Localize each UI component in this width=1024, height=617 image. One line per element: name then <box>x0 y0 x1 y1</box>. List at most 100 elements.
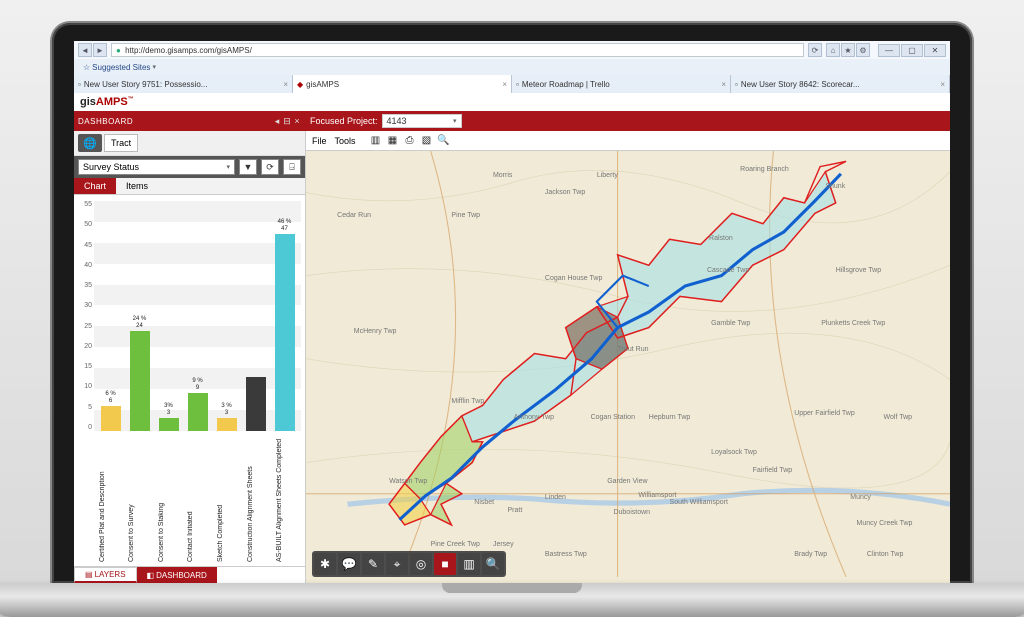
print-icon[interactable]: ⎙ <box>402 134 418 148</box>
dashboard-label: DASHBOARD <box>156 571 207 580</box>
laptop-frame: ◄ ► ● http://demo.gisamps.com/gisAMPS/ ⟳… <box>52 23 972 583</box>
map-place-label: Pine Creek Twp <box>431 541 480 548</box>
map-place-label: Morris <box>493 172 512 179</box>
bar-value-label: 9 % 9 <box>192 378 202 392</box>
footer-tab-dashboard[interactable]: ◧ DASHBOARD <box>137 567 217 583</box>
tab-items[interactable]: Items <box>116 178 158 194</box>
menu-tools[interactable]: Tools <box>335 136 356 146</box>
y-tick: 20 <box>78 343 92 350</box>
bar-rect <box>130 331 150 431</box>
tract-chip[interactable]: Tract <box>104 134 138 152</box>
map-tool-target-icon[interactable]: ◎ <box>410 553 432 575</box>
survey-status-select[interactable]: Survey Status ▾ <box>78 159 235 175</box>
chart-bar[interactable]: 46 % 47 <box>275 234 295 431</box>
map-place-label: South Williamsport <box>670 499 728 506</box>
refresh-data-button[interactable]: ⟳ <box>261 159 279 175</box>
tab-label: Meteor Roadmap | Trello <box>522 80 610 89</box>
map-place-label: Pratt <box>508 507 523 514</box>
map-tool-zoom-icon[interactable]: 🔍 <box>482 553 504 575</box>
browser-tab[interactable]: ◆ gisAMPS × <box>293 75 512 93</box>
y-tick: 40 <box>78 262 92 269</box>
map-place-label: Plunketts Creek Twp <box>821 320 885 327</box>
browser-tab[interactable]: ▫ Meteor Roadmap | Trello × <box>512 75 731 93</box>
footer-tab-layers[interactable]: ▤ LAYERS <box>74 567 137 583</box>
window-close-button[interactable]: ✕ <box>924 44 946 57</box>
map-place-label: Hillsgrove Twp <box>836 267 881 274</box>
map-place-label: Wolf Twp <box>884 414 913 421</box>
filter-button[interactable]: ▼ <box>239 159 257 175</box>
map-toolbar: File Tools ▥ ▦ ⎙ ▧ 🔍 <box>306 131 950 151</box>
close-icon[interactable]: × <box>940 80 945 89</box>
map-place-label: Cogan House Twp <box>545 275 602 282</box>
pin-icon[interactable]: ⊟ <box>282 116 292 126</box>
browser-tabs: ▫ New User Story 9751: Possessio... × ◆ … <box>74 75 950 93</box>
focused-project-select[interactable]: 4143 ▾ <box>382 114 462 128</box>
menu-file[interactable]: File <box>312 136 327 146</box>
map-place-label: Loyalsock Twp <box>711 449 757 456</box>
x-category-label: Construction Alignment Sheets <box>247 422 267 562</box>
bookmark-icon[interactable]: ▥ <box>368 134 384 148</box>
browser-navbar: ◄ ► ● http://demo.gisamps.com/gisAMPS/ ⟳… <box>74 41 950 59</box>
url-bar[interactable]: ● http://demo.gisamps.com/gisAMPS/ <box>111 43 804 57</box>
y-tick: 10 <box>78 383 92 390</box>
url-globe-icon: ● <box>116 46 121 55</box>
collapse-icon[interactable]: ◂ <box>272 116 282 126</box>
favorites-bar: ☆ Suggested Sites ▾ <box>74 59 950 75</box>
map-place-label: Nisbet <box>474 499 494 506</box>
map-place-label: Cedar Run <box>337 212 371 219</box>
window-minimize-button[interactable]: — <box>878 44 900 57</box>
favorites-button[interactable]: ★ <box>841 43 855 57</box>
x-category-label: Consent to Staking <box>158 422 178 562</box>
dashboard-panel-header: DASHBOARD ◂ ⊟ × <box>74 111 306 131</box>
export-button[interactable]: ⍈ <box>283 159 301 175</box>
map-place-label: Muncy Creek Twp <box>857 520 913 527</box>
close-icon[interactable]: × <box>283 80 288 89</box>
y-tick: 50 <box>78 221 92 228</box>
map-place-label: Cascade Twp <box>707 267 749 274</box>
brand-logo: gisAMPS™ <box>80 96 134 108</box>
tab-favicon-icon: ◆ <box>297 80 303 89</box>
y-tick: 0 <box>78 424 92 431</box>
chart-bar[interactable]: 24 % 24 <box>130 331 150 431</box>
map-place-label: Roaring Branch <box>740 166 789 173</box>
map-tool-comment-icon[interactable]: 💬 <box>338 553 360 575</box>
tab-label: New User Story 8642: Scorecar... <box>741 80 860 89</box>
map-place-label: Trout Run <box>618 346 649 353</box>
close-icon[interactable]: × <box>292 116 302 126</box>
map-tool-select-icon[interactable]: ■ <box>434 553 456 575</box>
layers-icon: ▤ <box>85 570 93 579</box>
chart-plot: 6 % 624 % 243% 39 % 93 % 346 % 47 <box>94 201 301 431</box>
map-tool-layers-icon[interactable]: ▥ <box>458 553 480 575</box>
map-canvas[interactable]: MorrisLibertyRoaring BranchShunkJackson … <box>306 151 950 583</box>
sidebar-footer: ▤ LAYERS ◧ DASHBOARD <box>74 566 305 583</box>
map-place-label: Jersey <box>493 541 514 548</box>
map-tool-draw-icon[interactable]: ✎ <box>362 553 384 575</box>
tools-button[interactable]: ⚙ <box>856 43 870 57</box>
y-tick: 55 <box>78 201 92 208</box>
search-icon[interactable]: 🔍 <box>436 134 452 148</box>
map-tool-locate-icon[interactable]: ⌖ <box>386 553 408 575</box>
tab-favicon-icon: ▫ <box>735 80 738 89</box>
refresh-button[interactable]: ⟳ <box>808 43 822 57</box>
sidebar-scope-row: 🌐 Tract <box>74 131 305 156</box>
close-icon[interactable]: × <box>502 80 507 89</box>
browser-tab[interactable]: ▫ New User Story 8642: Scorecar... × <box>731 75 950 93</box>
nav-back-button[interactable]: ◄ <box>78 43 92 57</box>
close-icon[interactable]: × <box>721 80 726 89</box>
home-button[interactable]: ⌂ <box>826 43 840 57</box>
scope-globe-button[interactable]: 🌐 <box>78 134 102 152</box>
window-maximize-button[interactable]: ▢ <box>901 44 923 57</box>
funnel-icon: ▼ <box>244 162 253 172</box>
map-tool-network-icon[interactable]: ✱ <box>314 553 336 575</box>
focused-project-label: Focused Project: <box>310 116 378 126</box>
bar-rect <box>275 234 295 431</box>
browser-chrome: ◄ ► ● http://demo.gisamps.com/gisAMPS/ ⟳… <box>74 41 950 94</box>
x-category-label: Certified Plat and Description <box>99 422 119 562</box>
basemap-icon[interactable]: ▧ <box>419 134 435 148</box>
suggested-sites-link[interactable]: ☆ Suggested Sites ▾ <box>78 61 161 74</box>
browser-tab[interactable]: ▫ New User Story 9751: Possessio... × <box>74 75 293 93</box>
layers-toggle-icon[interactable]: ▦ <box>385 134 401 148</box>
export-icon: ⍈ <box>289 162 294 173</box>
nav-forward-button[interactable]: ► <box>93 43 107 57</box>
tab-chart[interactable]: Chart <box>74 178 116 194</box>
